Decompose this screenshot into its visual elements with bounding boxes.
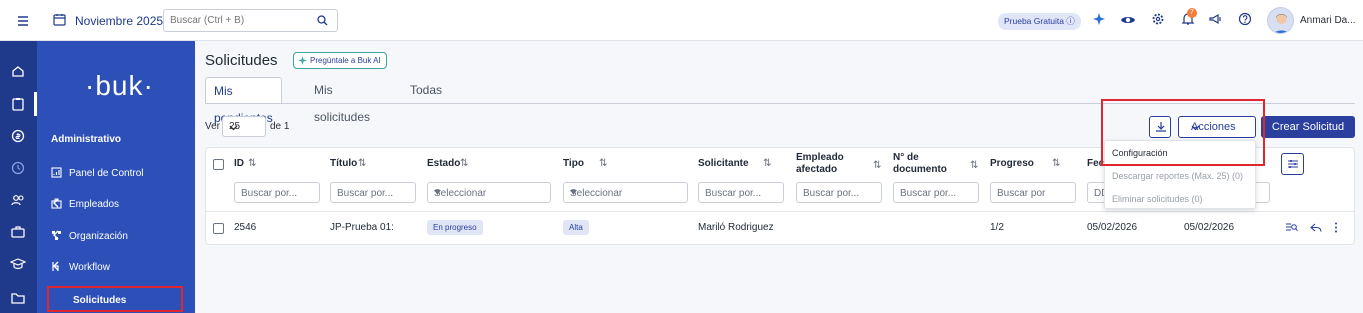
filter-id-input[interactable]: Buscar por... — [234, 182, 320, 203]
sidebar-item-empleados[interactable]: Empleados — [51, 196, 185, 214]
column-header-progreso[interactable]: Progreso ⇅ — [990, 158, 1060, 169]
people-icon[interactable] — [10, 192, 26, 208]
chevron-left-icon[interactable] — [51, 230, 185, 240]
column-header-empleado-afectado[interactable]: Empleado afectado ⇅ — [796, 152, 881, 176]
filter-tipo-select[interactable]: Seleccionar — [563, 182, 688, 203]
caret-down-icon — [434, 190, 544, 195]
page-title: Solicitudes — [205, 52, 278, 69]
view-detail-icon[interactable] — [1285, 222, 1298, 233]
main-content: Solicitudes Pregúntale a Buk AI Mis pend… — [195, 41, 1363, 313]
download-button[interactable] — [1149, 116, 1171, 138]
row-checkbox[interactable] — [213, 223, 224, 234]
tab-todas[interactable]: Todas — [402, 77, 450, 104]
clock-icon[interactable] — [10, 160, 26, 176]
sidebar-item-label: Panel de Control — [69, 168, 144, 179]
column-header-estado[interactable]: Estado ⇅ — [427, 158, 468, 169]
crear-solicitud-button[interactable]: Crear Solicitud — [1261, 116, 1355, 138]
filter-estado-select[interactable]: Seleccionar — [427, 182, 551, 203]
select-all-checkbox[interactable] — [213, 159, 224, 170]
tab-divider — [205, 103, 1355, 104]
sidebar-subitem-label: Solicitudes — [73, 295, 127, 306]
chevron-down-icon — [229, 123, 260, 132]
more-options-icon[interactable] — [1334, 222, 1338, 233]
filter-empleado-input[interactable]: Buscar por... — [796, 182, 882, 203]
cell-progreso: 1/2 — [990, 222, 1004, 233]
download-icon — [1155, 121, 1167, 133]
chevron-left-icon[interactable] — [51, 198, 185, 208]
section-title: Administrativo — [51, 134, 122, 145]
cell-fecha-2: 05/02/2026 — [1184, 222, 1235, 233]
help-icon[interactable] — [1238, 12, 1254, 28]
filter-documento-input[interactable]: Buscar por... — [893, 182, 979, 203]
column-settings-button[interactable] — [1281, 153, 1304, 175]
search-box[interactable] — [163, 9, 338, 32]
search-input[interactable] — [170, 15, 310, 26]
money-icon[interactable] — [10, 128, 26, 144]
filter-progreso-input[interactable]: Buscar por — [990, 182, 1076, 203]
cell-titulo[interactable]: JP-Prueba 01: — [330, 222, 394, 233]
chevron-left-icon[interactable] — [51, 261, 185, 271]
cell-id: 2546 — [234, 222, 257, 233]
clipboard-icon[interactable] — [10, 96, 26, 112]
sidebar-item-organizacion[interactable]: Organización — [51, 228, 185, 246]
cell-solicitante: Mariló Rodriguez — [698, 222, 774, 233]
sparkle-icon[interactable] — [1092, 12, 1108, 28]
reply-icon[interactable] — [1310, 222, 1322, 233]
sidebar-item-workflow[interactable]: Workflow — [51, 259, 185, 277]
tab-mis-pendientes[interactable]: Mis pendientes — [205, 77, 282, 125]
page-count-label: de 1 — [270, 121, 290, 132]
column-header-id[interactable]: ID ⇅ — [234, 158, 256, 169]
user-avatar[interactable] — [1267, 7, 1294, 34]
ask-buk-ai-button[interactable]: Pregúntale a Buk AI — [293, 52, 387, 69]
menu-item-eliminar-solicitudes[interactable]: Eliminar solicitudes (0) — [1112, 194, 1203, 204]
search-icon[interactable] — [317, 15, 328, 26]
trial-badge[interactable]: Prueba Gratuita ⓘ — [998, 13, 1081, 30]
cell-fecha: 05/02/2026 — [1087, 222, 1138, 233]
sparkle-icon — [298, 56, 307, 65]
filter-solicitante-input[interactable]: Buscar por... — [698, 182, 784, 203]
acciones-button[interactable]: Acciones — [1178, 116, 1256, 138]
settings-gear-icon[interactable] — [1151, 12, 1167, 28]
sidebar-item-panel-de-control[interactable]: Panel de Control — [51, 165, 185, 183]
tab-mis-solicitudes[interactable]: Mis solicitudes — [306, 77, 378, 124]
menu-item-configuracion[interactable]: Configuración — [1112, 148, 1168, 158]
caret-down-icon — [570, 190, 681, 195]
graduation-cap-icon[interactable] — [10, 256, 26, 272]
sliders-icon — [1287, 158, 1299, 170]
menu-item-descargar-reportes[interactable]: Descargar reportes (Max. 25) (0) — [1112, 171, 1243, 181]
hamburger-menu-icon[interactable] — [14, 12, 32, 30]
megaphone-icon[interactable] — [1208, 12, 1224, 28]
acciones-dropdown-menu: Configuración Descargar reportes (Max. 2… — [1104, 140, 1256, 209]
table-header-divider — [206, 211, 1354, 212]
top-bar: Noviembre 2025 Prueba Gratuita ⓘ 7 Anmar… — [0, 0, 1363, 41]
status-badge: En progreso — [427, 220, 483, 235]
column-header-documento[interactable]: N° de documento ⇅ — [893, 152, 978, 176]
folder-icon[interactable] — [10, 290, 26, 306]
buk-logo[interactable]: ·buk· — [85, 70, 154, 102]
dashboard-icon — [51, 167, 62, 178]
notification-count-badge: 7 — [1187, 8, 1197, 18]
briefcase-icon[interactable] — [10, 224, 26, 240]
eye-icon[interactable] — [1120, 12, 1136, 28]
type-badge: Alta — [563, 220, 589, 235]
sidebar-panel: ·buk· Administrativo Panel de Control Em… — [37, 41, 195, 313]
column-header-fecha[interactable]: Fec — [1087, 158, 1104, 169]
current-period[interactable]: Noviembre 2025 — [75, 14, 163, 28]
page-size-select[interactable]: 25 — [222, 116, 266, 137]
sidebar-rail — [0, 41, 37, 313]
column-header-titulo[interactable]: Título ⇅ — [330, 158, 366, 169]
column-header-tipo[interactable]: Tipo ⇅ — [563, 158, 607, 169]
filter-titulo-input[interactable]: Buscar por... — [330, 182, 416, 203]
sidebar-item-solicitudes[interactable]: Solicitudes — [47, 286, 183, 312]
chevron-down-icon — [1191, 123, 1248, 132]
ask-buk-ai-label: Pregúntale a Buk AI — [310, 56, 381, 65]
home-icon[interactable] — [10, 63, 26, 79]
column-header-solicitante[interactable]: Solicitante ⇅ — [698, 158, 771, 169]
user-name[interactable]: Anmari Da... — [1300, 15, 1356, 26]
calendar-icon[interactable] — [53, 13, 66, 26]
page-size-label: Ver — [205, 121, 221, 132]
